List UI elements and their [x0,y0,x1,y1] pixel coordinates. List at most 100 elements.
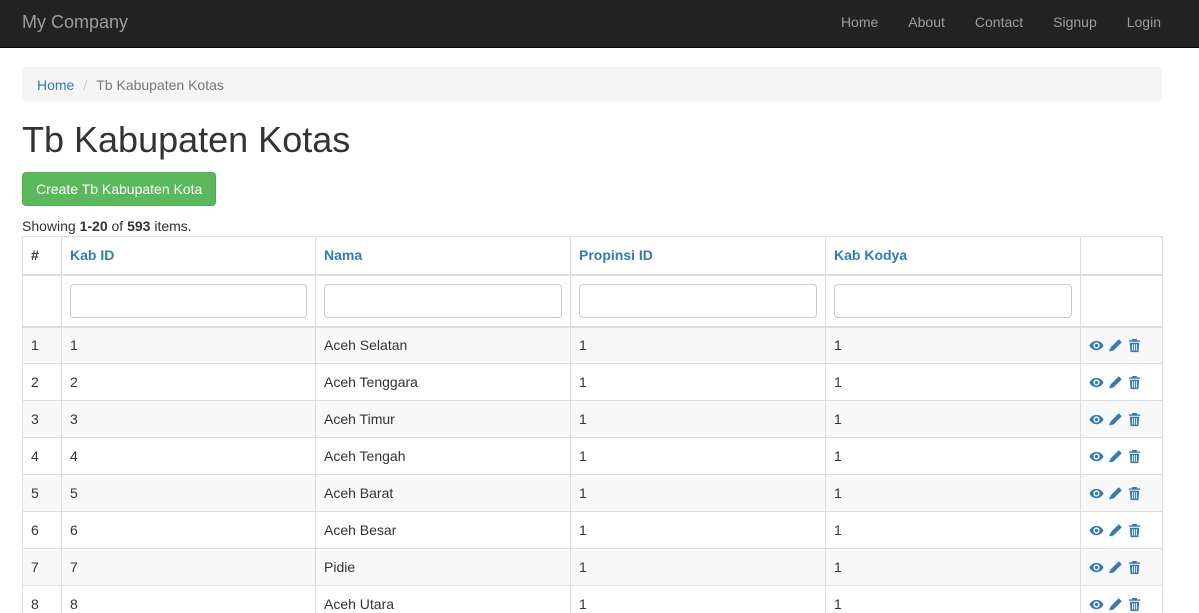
cell-kab-id: 1 [61,326,316,364]
cell-nama: Pidie [315,548,571,586]
cell-serial: 1 [22,326,62,364]
breadcrumb-current: Tb Kabupaten Kotas [96,76,224,93]
pencil-icon[interactable] [1108,375,1123,390]
col-header-propinsi-id: Propinsi ID [570,236,826,276]
pencil-icon[interactable] [1108,523,1123,538]
cell-propinsi-id: 1 [570,548,826,586]
cell-actions [1080,400,1163,438]
trash-icon[interactable] [1127,412,1142,427]
row-actions [1089,375,1154,390]
table-row: 1 1 Aceh Selatan 1 1 [22,326,1163,364]
trash-icon[interactable] [1127,486,1142,501]
col-header-nama: Nama [315,236,571,276]
sort-kab-kodya-link[interactable]: Kab Kodya [834,247,907,263]
summary-of: of [111,218,124,234]
table-row: 2 2 Aceh Tenggara 1 1 [22,363,1163,401]
eye-icon[interactable] [1089,338,1104,353]
cell-serial: 2 [22,363,62,401]
trash-icon[interactable] [1127,449,1142,464]
cell-kab-kodya: 1 [825,548,1081,586]
data-grid: # Kab ID Nama Propinsi ID Kab Kodya 1 1 … [22,236,1163,613]
filter-kab-id-input[interactable] [70,283,307,318]
cell-propinsi-id: 1 [570,363,826,401]
eye-icon[interactable] [1089,560,1104,575]
cell-nama: Aceh Tengah [315,437,571,475]
nav-item-login[interactable]: Login [1112,0,1176,47]
filter-nama-input[interactable] [324,283,562,318]
cell-kab-kodya: 1 [825,363,1081,401]
cell-actions [1080,585,1163,613]
sort-nama-link[interactable]: Nama [324,247,362,263]
filter-kab-kodya-input[interactable] [834,283,1072,318]
brand-link[interactable]: My Company [22,12,128,33]
row-actions [1089,597,1154,612]
cell-kab-kodya: 1 [825,474,1081,512]
table-row: 3 3 Aceh Timur 1 1 [22,400,1163,438]
trash-icon[interactable] [1127,338,1142,353]
row-actions [1089,523,1154,538]
cell-propinsi-id: 1 [570,511,826,549]
cell-propinsi-id: 1 [570,437,826,475]
col-header-kab-kodya: Kab Kodya [825,236,1081,276]
create-button[interactable]: Create Tb Kabupaten Kota [22,172,217,206]
filter-cell-kab-kodya [825,274,1081,328]
filter-cell-empty [22,274,62,328]
cell-nama: Aceh Tenggara [315,363,571,401]
table-row: 8 8 Aceh Utara 1 1 [22,585,1163,613]
pencil-icon[interactable] [1108,449,1123,464]
cell-actions [1080,548,1163,586]
col-header-serial: # [22,236,62,276]
trash-icon[interactable] [1127,597,1142,612]
summary-total: 593 [127,218,151,234]
cell-nama: Aceh Barat [315,474,571,512]
pencil-icon[interactable] [1108,412,1123,427]
cell-nama: Aceh Selatan [315,326,571,364]
table-row: 7 7 Pidie 1 1 [22,548,1163,586]
pencil-icon[interactable] [1108,338,1123,353]
eye-icon[interactable] [1089,375,1104,390]
cell-kab-id: 5 [61,474,316,512]
breadcrumb-separator: / [83,76,88,93]
nav-item-about[interactable]: About [893,0,960,47]
eye-icon[interactable] [1089,449,1104,464]
cell-propinsi-id: 1 [570,326,826,364]
table-row: 4 4 Aceh Tengah 1 1 [22,437,1163,475]
trash-icon[interactable] [1127,375,1142,390]
eye-icon[interactable] [1089,523,1104,538]
pencil-icon[interactable] [1108,597,1123,612]
trash-icon[interactable] [1127,560,1142,575]
sort-propinsi-id-link[interactable]: Propinsi ID [579,247,653,263]
eye-icon[interactable] [1089,412,1104,427]
cell-kab-id: 8 [61,585,316,613]
nav-item-home[interactable]: Home [826,0,893,47]
cell-actions [1080,326,1163,364]
cell-kab-kodya: 1 [825,326,1081,364]
row-actions [1089,560,1154,575]
summary-prefix: Showing [22,218,76,234]
cell-serial: 8 [22,585,62,613]
nav-item-signup[interactable]: Signup [1038,0,1112,47]
cell-kab-kodya: 1 [825,585,1081,613]
col-header-kab-id: Kab ID [61,236,316,276]
nav-item-contact[interactable]: Contact [960,0,1038,47]
main-container: Home / Tb Kabupaten Kotas Tb Kabupaten K… [22,67,1163,613]
trash-icon[interactable] [1127,523,1142,538]
pencil-icon[interactable] [1108,486,1123,501]
cell-kab-id: 7 [61,548,316,586]
cell-kab-kodya: 1 [825,511,1081,549]
sort-kab-id-link[interactable]: Kab ID [70,247,114,263]
cell-nama: Aceh Timur [315,400,571,438]
cell-kab-kodya: 1 [825,437,1081,475]
eye-icon[interactable] [1089,597,1104,612]
cell-kab-id: 4 [61,437,316,475]
cell-serial: 7 [22,548,62,586]
cell-actions [1080,363,1163,401]
pencil-icon[interactable] [1108,560,1123,575]
breadcrumb-home-link[interactable]: Home [37,77,74,93]
filter-propinsi-id-input[interactable] [579,283,817,318]
filter-row [22,274,1163,328]
cell-serial: 5 [22,474,62,512]
eye-icon[interactable] [1089,486,1104,501]
cell-kab-kodya: 1 [825,400,1081,438]
summary-suffix: items. [154,218,192,234]
